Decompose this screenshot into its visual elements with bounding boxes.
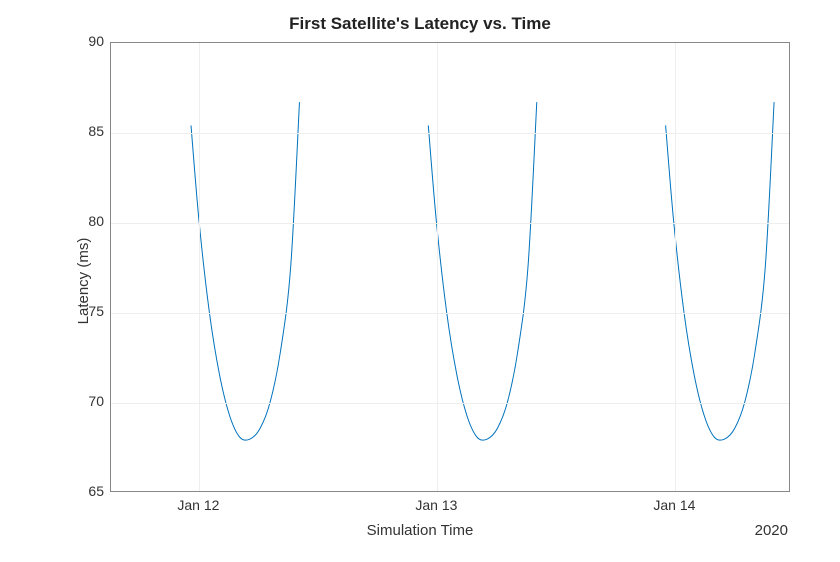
y-tick-label: 85 xyxy=(64,123,104,139)
latency-curve xyxy=(191,102,299,440)
chart-title: First Satellite's Latency vs. Time xyxy=(0,14,840,34)
grid-line xyxy=(111,133,789,134)
latency-curve xyxy=(428,102,536,440)
plot-area xyxy=(110,42,790,492)
grid-line xyxy=(675,43,676,491)
grid-line xyxy=(111,313,789,314)
y-tick-label: 65 xyxy=(64,483,104,499)
grid-line xyxy=(437,43,438,491)
year-label: 2020 xyxy=(755,522,788,539)
x-tick-label: Jan 14 xyxy=(644,497,704,513)
x-tick-label: Jan 12 xyxy=(168,497,228,513)
chart-container: First Satellite's Latency vs. Time Laten… xyxy=(0,0,840,562)
grid-line xyxy=(199,43,200,491)
x-axis-label: Simulation Time xyxy=(0,522,840,539)
y-tick-label: 90 xyxy=(64,33,104,49)
latency-curve xyxy=(666,102,774,440)
y-tick-label: 80 xyxy=(64,213,104,229)
y-tick-label: 75 xyxy=(64,303,104,319)
x-tick-label: Jan 13 xyxy=(406,497,466,513)
data-line xyxy=(111,43,789,491)
y-tick-label: 70 xyxy=(64,393,104,409)
grid-line xyxy=(111,223,789,224)
grid-line xyxy=(111,403,789,404)
